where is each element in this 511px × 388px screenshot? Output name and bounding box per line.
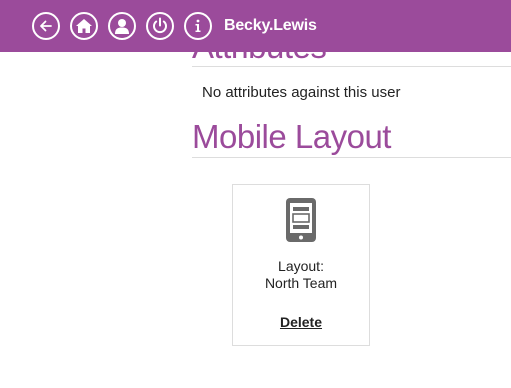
profile-button[interactable] (108, 12, 136, 40)
mobile-layout-heading: Mobile Layout (192, 118, 391, 155)
layout-name: North Team (264, 275, 338, 291)
logout-button[interactable] (146, 12, 174, 40)
attributes-divider (192, 66, 511, 67)
layout-label: Layout: North Team (233, 258, 369, 292)
home-icon (75, 18, 93, 34)
back-button[interactable] (32, 12, 60, 40)
info-button[interactable] (184, 12, 212, 40)
header-bar: Becky.Lewis (0, 0, 511, 52)
back-icon (38, 18, 54, 34)
current-username: Becky.Lewis (224, 17, 317, 34)
user-icon (113, 17, 131, 35)
layout-card: Layout: North Team Delete (232, 184, 370, 346)
mobile-device-icon (285, 197, 317, 248)
info-icon (190, 18, 206, 34)
mobile-layout-divider (192, 157, 511, 158)
delete-layout-link[interactable]: Delete (280, 314, 322, 330)
page: Attributes No attributes against this us… (0, 0, 511, 388)
no-attributes-message: No attributes against this user (202, 84, 401, 101)
home-button[interactable] (70, 12, 98, 40)
power-icon (151, 17, 169, 35)
layout-label-prefix: Layout: (278, 258, 324, 274)
